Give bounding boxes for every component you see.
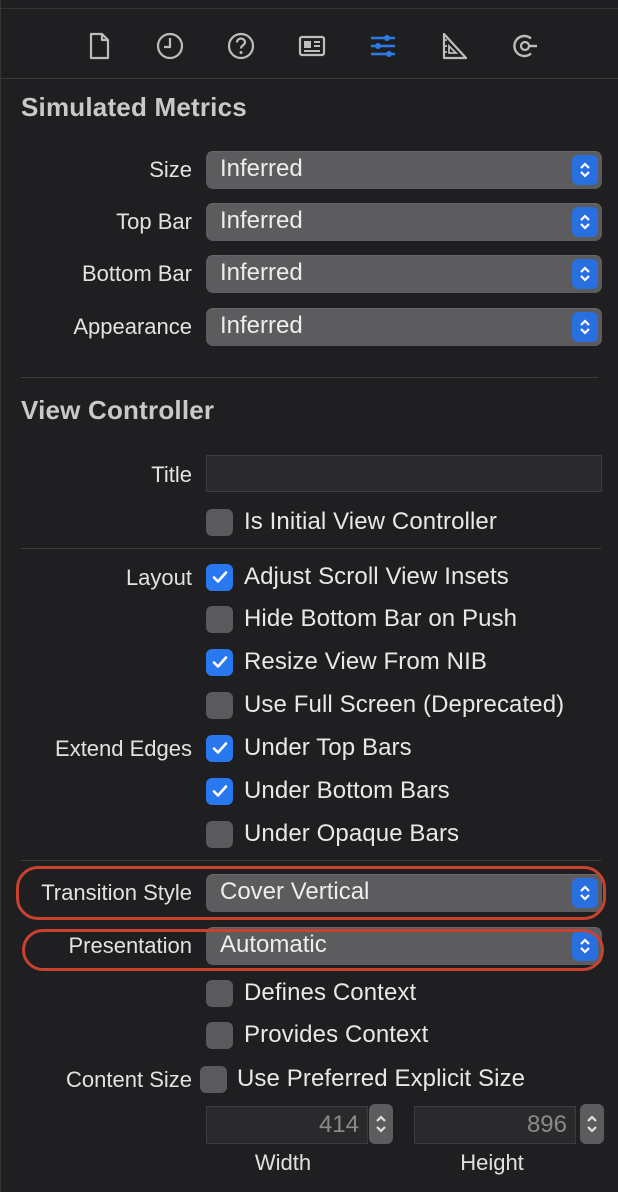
checkbox-box: [206, 508, 233, 536]
updown-chevron-icon: [572, 312, 598, 342]
quick-help-icon[interactable]: [221, 26, 261, 66]
checkbox-label: Under Top Bars: [244, 734, 412, 761]
width-stepper[interactable]: [369, 1104, 393, 1144]
section-title-view-controller: View Controller: [21, 395, 215, 425]
transition-style-label: Transition Style: [41, 880, 192, 905]
checkbox-label: Under Bottom Bars: [244, 777, 450, 804]
identity-inspector-icon[interactable]: [292, 26, 332, 66]
updown-chevron-icon: [376, 1115, 386, 1133]
use-full-screen-checkbox[interactable]: Use Full Screen (Deprecated): [206, 689, 564, 721]
presentation-popup[interactable]: Automatic: [206, 927, 602, 965]
under-top-bars-checkbox[interactable]: Under Top Bars: [206, 732, 412, 764]
checkmark-icon: [206, 777, 233, 805]
under-opaque-bars-checkbox[interactable]: Under Opaque Bars: [206, 818, 459, 850]
section-title-simulated-metrics: Simulated Metrics: [21, 92, 247, 122]
section-divider: [21, 548, 601, 549]
updown-chevron-icon: [572, 931, 598, 961]
defines-context-checkbox[interactable]: Defines Context: [206, 977, 416, 1009]
checkbox-box: [206, 979, 233, 1007]
checkbox-box: [206, 1021, 233, 1049]
bottom-bar-popup[interactable]: Inferred: [206, 255, 602, 293]
inspector-toolbar: [1, 22, 618, 70]
transition-style-popup-value: Cover Vertical: [220, 878, 370, 905]
checkbox-box: [206, 605, 233, 633]
use-preferred-explicit-size-checkbox[interactable]: Use Preferred Explicit Size: [200, 1063, 525, 1095]
top-bar-label: Top Bar: [116, 209, 192, 234]
adjust-scroll-view-insets-checkbox[interactable]: Adjust Scroll View Insets: [206, 561, 509, 593]
top-divider: [1, 8, 618, 9]
width-field[interactable]: 414: [206, 1106, 368, 1144]
bottom-bar-label: Bottom Bar: [81, 261, 192, 286]
checkbox-label: Defines Context: [244, 979, 417, 1006]
top-bar-popup[interactable]: Inferred: [206, 203, 602, 241]
updown-chevron-icon: [572, 878, 598, 908]
transition-style-popup[interactable]: Cover Vertical: [206, 874, 602, 912]
checkbox-label: Provides Context: [244, 1021, 429, 1048]
bottom-bar-popup-value: Inferred: [220, 259, 303, 286]
presentation-label: Presentation: [68, 933, 192, 958]
appearance-popup-value: Inferred: [220, 312, 303, 339]
top-bar-popup-value: Inferred: [220, 207, 303, 234]
height-stepper[interactable]: [580, 1104, 604, 1144]
title-label: Title: [151, 462, 192, 487]
checkbox-label: Under Opaque Bars: [244, 820, 460, 847]
checkmark-icon: [206, 648, 233, 676]
hide-bottom-bar-on-push-checkbox[interactable]: Hide Bottom Bar on Push: [206, 603, 517, 635]
content-size-label: Content Size: [66, 1067, 192, 1092]
extend-edges-label: Extend Edges: [55, 736, 192, 761]
updown-chevron-icon: [572, 259, 598, 289]
connections-inspector-icon[interactable]: [505, 26, 545, 66]
checkbox-label: Use Preferred Explicit Size: [237, 1065, 526, 1092]
appearance-popup[interactable]: Inferred: [206, 308, 602, 346]
checkbox-box: [206, 691, 233, 719]
initial-view-controller-checkbox[interactable]: Is Initial View Controller: [206, 506, 497, 538]
updown-chevron-icon: [587, 1115, 597, 1133]
height-value: 896: [526, 1111, 567, 1138]
size-popup-value: Inferred: [220, 155, 303, 182]
under-bottom-bars-checkbox[interactable]: Under Bottom Bars: [206, 775, 450, 807]
layout-label: Layout: [125, 565, 192, 590]
section-divider: [21, 860, 601, 861]
attributes-inspector-panel: Simulated Metrics Size Inferred Top Bar …: [0, 0, 618, 1192]
updown-chevron-icon: [572, 207, 598, 237]
checkbox-label: Is Initial View Controller: [244, 508, 497, 535]
presentation-popup-value: Automatic: [220, 931, 327, 958]
height-caption: Height: [460, 1150, 524, 1175]
toolbar-divider: [1, 78, 618, 79]
resize-view-from-nib-checkbox[interactable]: Resize View From NIB: [206, 646, 487, 678]
checkmark-icon: [206, 734, 233, 762]
size-inspector-icon[interactable]: [434, 26, 474, 66]
checkbox-box: [200, 1065, 227, 1093]
history-icon[interactable]: [150, 26, 190, 66]
file-inspector-icon[interactable]: [79, 26, 119, 66]
checkbox-label: Use Full Screen (Deprecated): [244, 691, 565, 718]
size-label: Size: [149, 157, 192, 182]
width-value: 414: [318, 1111, 359, 1138]
checkbox-label: Adjust Scroll View Insets: [244, 563, 509, 590]
size-popup[interactable]: Inferred: [206, 151, 602, 189]
checkbox-label: Resize View From NIB: [244, 648, 487, 675]
checkbox-box: [206, 820, 233, 848]
checkbox-label: Hide Bottom Bar on Push: [244, 605, 518, 632]
width-caption: Width: [254, 1150, 312, 1175]
checkmark-icon: [206, 563, 233, 591]
appearance-label: Appearance: [73, 314, 192, 339]
provides-context-checkbox[interactable]: Provides Context: [206, 1019, 428, 1051]
height-field[interactable]: 896: [414, 1106, 576, 1144]
attributes-inspector-icon[interactable]: [363, 26, 403, 66]
title-field[interactable]: [206, 455, 602, 492]
updown-chevron-icon: [572, 155, 598, 185]
section-divider: [21, 377, 598, 378]
